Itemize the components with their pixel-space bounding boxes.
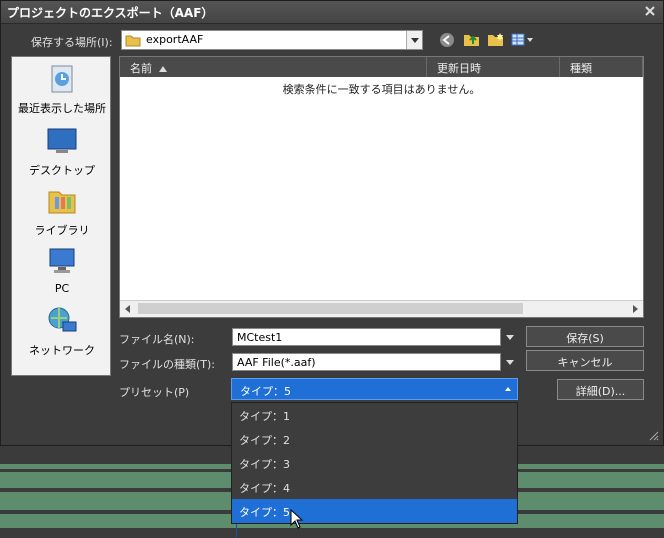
preset-option-5[interactable]: タイプ：5 [232,499,517,523]
new-folder-icon[interactable] [487,32,505,48]
mouse-cursor-icon [290,509,304,529]
preset-option-4[interactable]: タイプ：4 [232,475,517,499]
place-label: デスクトップ [29,164,95,177]
cancel-button[interactable]: キャンセル [526,350,644,371]
folder-icon [125,35,141,47]
filename-label: ファイル名(N): [119,333,195,346]
filetype-value: AAF File(*.aaf) [237,356,316,369]
places-bar: 最近表示した場所 デスクトップ ライブラリ PC ネットワーク [11,56,111,376]
place-label: ライブラリ [34,224,90,237]
place-library[interactable]: ライブラリ [12,185,112,238]
place-network[interactable]: ネットワーク [12,305,112,358]
horizontal-scrollbar[interactable] [120,300,643,317]
desktop-icon [47,128,77,153]
filetype-select[interactable]: AAF File(*.aaf) [232,353,501,371]
preset-dropdown-list: タイプ：1 タイプ：2 タイプ：3 タイプ：4 タイプ：5 [231,402,518,524]
place-pc[interactable]: PC [12,245,112,295]
filename-value: MCtest1 [237,331,283,344]
preset-select[interactable]: タイプ：5 [231,378,518,400]
scroll-left-icon[interactable] [125,305,130,313]
library-icon [48,191,76,214]
column-header-name[interactable]: 名前 [120,57,427,77]
place-desktop[interactable]: デスクトップ [12,125,112,178]
pc-icon [49,248,75,273]
column-header-modified[interactable]: 更新日時 [427,57,560,77]
location-combo[interactable]: exportAAF [121,30,423,50]
sort-ascending-icon [158,66,167,72]
chevron-down-icon[interactable] [406,31,422,49]
resize-grip-icon[interactable] [647,429,659,441]
network-icon [48,307,77,332]
column-header-type[interactable]: 種類 [560,57,643,77]
up-folder-icon[interactable] [463,32,481,48]
filename-input[interactable]: MCtest1 [232,328,501,346]
preset-value: タイプ：5 [240,385,291,398]
empty-message: 検索条件に一致する項目はありません。 [282,83,481,96]
details-button[interactable]: 詳細(D)... [557,379,644,400]
view-menu-icon[interactable] [511,33,535,47]
file-list[interactable]: 名前 更新日時 種類 検索条件に一致する項目はありません。 [119,56,644,318]
location-label: 保存する場所(I): [31,36,113,49]
recent-places-icon [51,65,73,93]
preset-option-2[interactable]: タイプ：2 [232,427,517,451]
filetype-dropdown[interactable] [502,353,518,371]
close-icon[interactable] [643,4,657,18]
chevron-up-icon[interactable] [505,387,511,391]
preset-label: プリセット(P) [119,386,190,399]
preset-option-3[interactable]: タイプ：3 [232,451,517,475]
place-recent[interactable]: 最近表示した場所 [12,63,112,116]
column-name-label: 名前 [130,62,152,75]
place-label: 最近表示した場所 [18,102,106,115]
location-value: exportAAF [146,33,204,46]
back-icon[interactable] [439,32,455,48]
filename-history-dropdown[interactable] [502,328,518,346]
save-button[interactable]: 保存(S) [526,326,644,347]
filetype-label: ファイルの種類(T): [119,358,216,371]
place-label: PC [54,282,70,295]
scroll-right-icon[interactable] [633,305,638,313]
dialog-title: プロジェクトのエクスポート（AAF） [7,6,214,20]
place-label: ネットワーク [29,344,95,357]
preset-option-1[interactable]: タイプ：1 [232,403,517,427]
title-bar: プロジェクトのエクスポート（AAF） [1,1,663,24]
scroll-thumb[interactable] [138,303,523,314]
